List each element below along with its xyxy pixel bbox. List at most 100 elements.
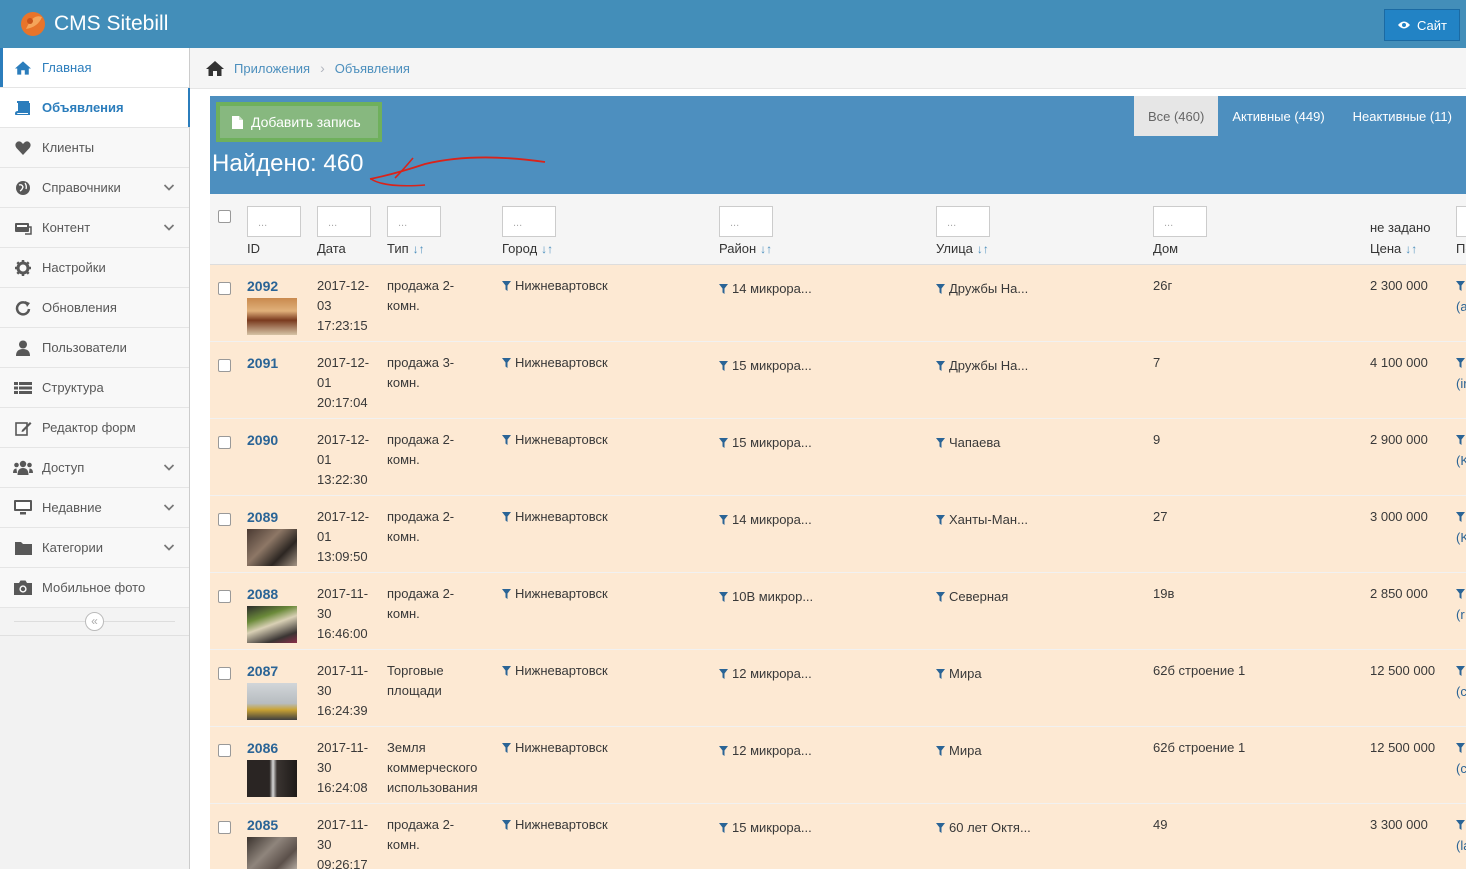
filter-icon[interactable] [1456, 662, 1465, 682]
filter-icon[interactable] [1456, 431, 1465, 451]
sidebar-item-monitor[interactable]: Недавние [0, 488, 189, 528]
filter-icon[interactable] [936, 665, 945, 685]
listing-id-link[interactable]: 2087 [247, 663, 278, 679]
filter-icon[interactable] [936, 742, 945, 762]
select-all-checkbox[interactable] [218, 210, 231, 223]
filter-icon[interactable] [719, 280, 728, 300]
sort-arrows-icon[interactable]: ↓↑ [541, 242, 553, 256]
row-checkbox[interactable] [218, 435, 231, 449]
listing-id-link[interactable]: 2086 [247, 740, 278, 756]
listing-id-link[interactable]: 2092 [247, 278, 278, 294]
filter-icon[interactable] [719, 665, 728, 685]
filter-icon[interactable] [502, 508, 511, 528]
filter-icon[interactable] [936, 280, 945, 300]
table-row[interactable]: 2087 2017-11- 30 16:24:39 Торговые площади Ниж… [210, 649, 1466, 727]
tab-active[interactable]: Активные (449) [1218, 96, 1338, 136]
double-chevron-left-icon[interactable]: « [85, 612, 104, 631]
row-checkbox[interactable] [218, 512, 231, 526]
add-record-button[interactable]: Добавить запись [216, 102, 382, 142]
listing-id-link[interactable]: 2088 [247, 586, 278, 602]
table-row[interactable]: 2090 2017-12- 01 13:22:30 продажа 2- комн. Ниж… [210, 418, 1466, 496]
home-icon[interactable] [206, 60, 224, 76]
listing-id-link[interactable]: 2090 [247, 432, 278, 448]
filter-icon[interactable] [502, 739, 511, 759]
row-checkbox[interactable] [218, 589, 231, 603]
filter-icon[interactable] [719, 511, 728, 531]
truncated-link[interactable]: (c [1456, 682, 1466, 702]
truncated-link[interactable]: (K [1456, 451, 1466, 471]
sidebar-item-folder[interactable]: Категории [0, 528, 189, 568]
tab-inactive[interactable]: Неактивные (11) [1339, 96, 1466, 136]
sidebar-item-refresh[interactable]: Обновления [0, 288, 189, 328]
header-type-label[interactable]: Тип [387, 241, 409, 256]
filter-city-input[interactable]: ... [502, 205, 556, 237]
filter-icon[interactable] [936, 588, 945, 608]
sidebar-item-globe[interactable]: Справочники [0, 168, 189, 208]
brand[interactable]: CMS Sitebill [18, 9, 168, 39]
truncated-link[interactable]: (r [1456, 605, 1466, 625]
filter-icon[interactable] [502, 662, 511, 682]
filter-last-input[interactable] [1456, 205, 1466, 237]
row-checkbox[interactable] [218, 666, 231, 680]
header-last-label[interactable]: По [1456, 241, 1466, 256]
site-button[interactable]: Сайт [1384, 9, 1460, 41]
filter-icon[interactable] [719, 742, 728, 762]
header-id-label[interactable]: ID [247, 241, 260, 256]
listing-id-link[interactable]: 2091 [247, 355, 278, 371]
filter-icon[interactable] [1456, 508, 1465, 528]
sidebar-item-user[interactable]: Пользователи [0, 328, 189, 368]
tab-all[interactable]: Все (460) [1133, 96, 1219, 136]
table-row[interactable]: 2091 2017-12- 01 20:17:04 продажа 3- комн. Ниж… [210, 341, 1466, 419]
sidebar-item-home[interactable]: Главная [0, 48, 189, 88]
listing-thumbnail[interactable] [247, 297, 297, 335]
header-price-label[interactable]: Цена [1370, 241, 1401, 256]
sidebar-item-users[interactable]: Доступ [0, 448, 189, 488]
breadcrumb-link-ads[interactable]: Объявления [335, 61, 410, 76]
listing-id-link[interactable]: 2089 [247, 509, 278, 525]
filter-date-input[interactable]: ... [317, 205, 371, 237]
filter-icon[interactable] [1456, 354, 1465, 374]
sidebar-item-list[interactable]: Структура [0, 368, 189, 408]
filter-icon[interactable] [1456, 277, 1465, 297]
filter-icon[interactable] [936, 819, 945, 839]
breadcrumb-link-apps[interactable]: Приложения [234, 61, 310, 76]
filter-street-input[interactable]: ... [936, 205, 990, 237]
row-checkbox[interactable] [218, 358, 231, 372]
sidebar-item-keyboard[interactable]: Контент [0, 208, 189, 248]
filter-icon[interactable] [719, 819, 728, 839]
listing-thumbnail[interactable] [247, 605, 297, 643]
table-row[interactable]: 2088 2017-11- 30 16:46:00 продажа 2- комн. Ниж… [210, 572, 1466, 650]
filter-icon[interactable] [719, 434, 728, 454]
truncated-link[interactable]: (a [1456, 297, 1466, 317]
truncated-link[interactable]: (K [1456, 528, 1466, 548]
filter-district-input[interactable]: ... [719, 205, 773, 237]
filter-icon[interactable] [1456, 739, 1465, 759]
header-city-label[interactable]: Город [502, 241, 537, 256]
filter-icon[interactable] [719, 357, 728, 377]
filter-icon[interactable] [502, 277, 511, 297]
filter-icon[interactable] [719, 588, 728, 608]
sort-arrows-icon[interactable]: ↓↑ [760, 242, 772, 256]
filter-icon[interactable] [936, 357, 945, 377]
table-row[interactable]: 2086 2017-11- 30 16:24:08 Земля коммерческого… [210, 726, 1466, 804]
filter-icon[interactable] [936, 511, 945, 531]
header-street-label[interactable]: Улица [936, 241, 973, 256]
row-checkbox[interactable] [218, 820, 231, 834]
sidebar-item-heart[interactable]: Клиенты [0, 128, 189, 168]
row-checkbox[interactable] [218, 281, 231, 295]
header-house-label[interactable]: Дом [1153, 241, 1178, 256]
sidebar-item-camera[interactable]: Мобильное фото [0, 568, 189, 608]
filter-icon[interactable] [936, 434, 945, 454]
sidebar-item-book[interactable]: Объявления [0, 88, 190, 128]
listing-thumbnail[interactable] [247, 759, 297, 797]
header-district-label[interactable]: Район [719, 241, 756, 256]
listing-thumbnail[interactable] [247, 528, 297, 566]
filter-icon[interactable] [502, 431, 511, 451]
table-row[interactable]: 2089 2017-12- 01 13:09:50 продажа 2- комн. Ниж… [210, 495, 1466, 573]
sort-arrows-icon[interactable]: ↓↑ [413, 242, 425, 256]
truncated-link[interactable]: (ir [1456, 374, 1466, 394]
filter-id-input[interactable]: ... [247, 205, 301, 237]
table-row[interactable]: 2092 2017-12- 03 17:23:15 продажа 2- комн. Ниж… [210, 264, 1466, 342]
header-date-label[interactable]: Дата [317, 241, 346, 256]
filter-icon[interactable] [502, 816, 511, 836]
